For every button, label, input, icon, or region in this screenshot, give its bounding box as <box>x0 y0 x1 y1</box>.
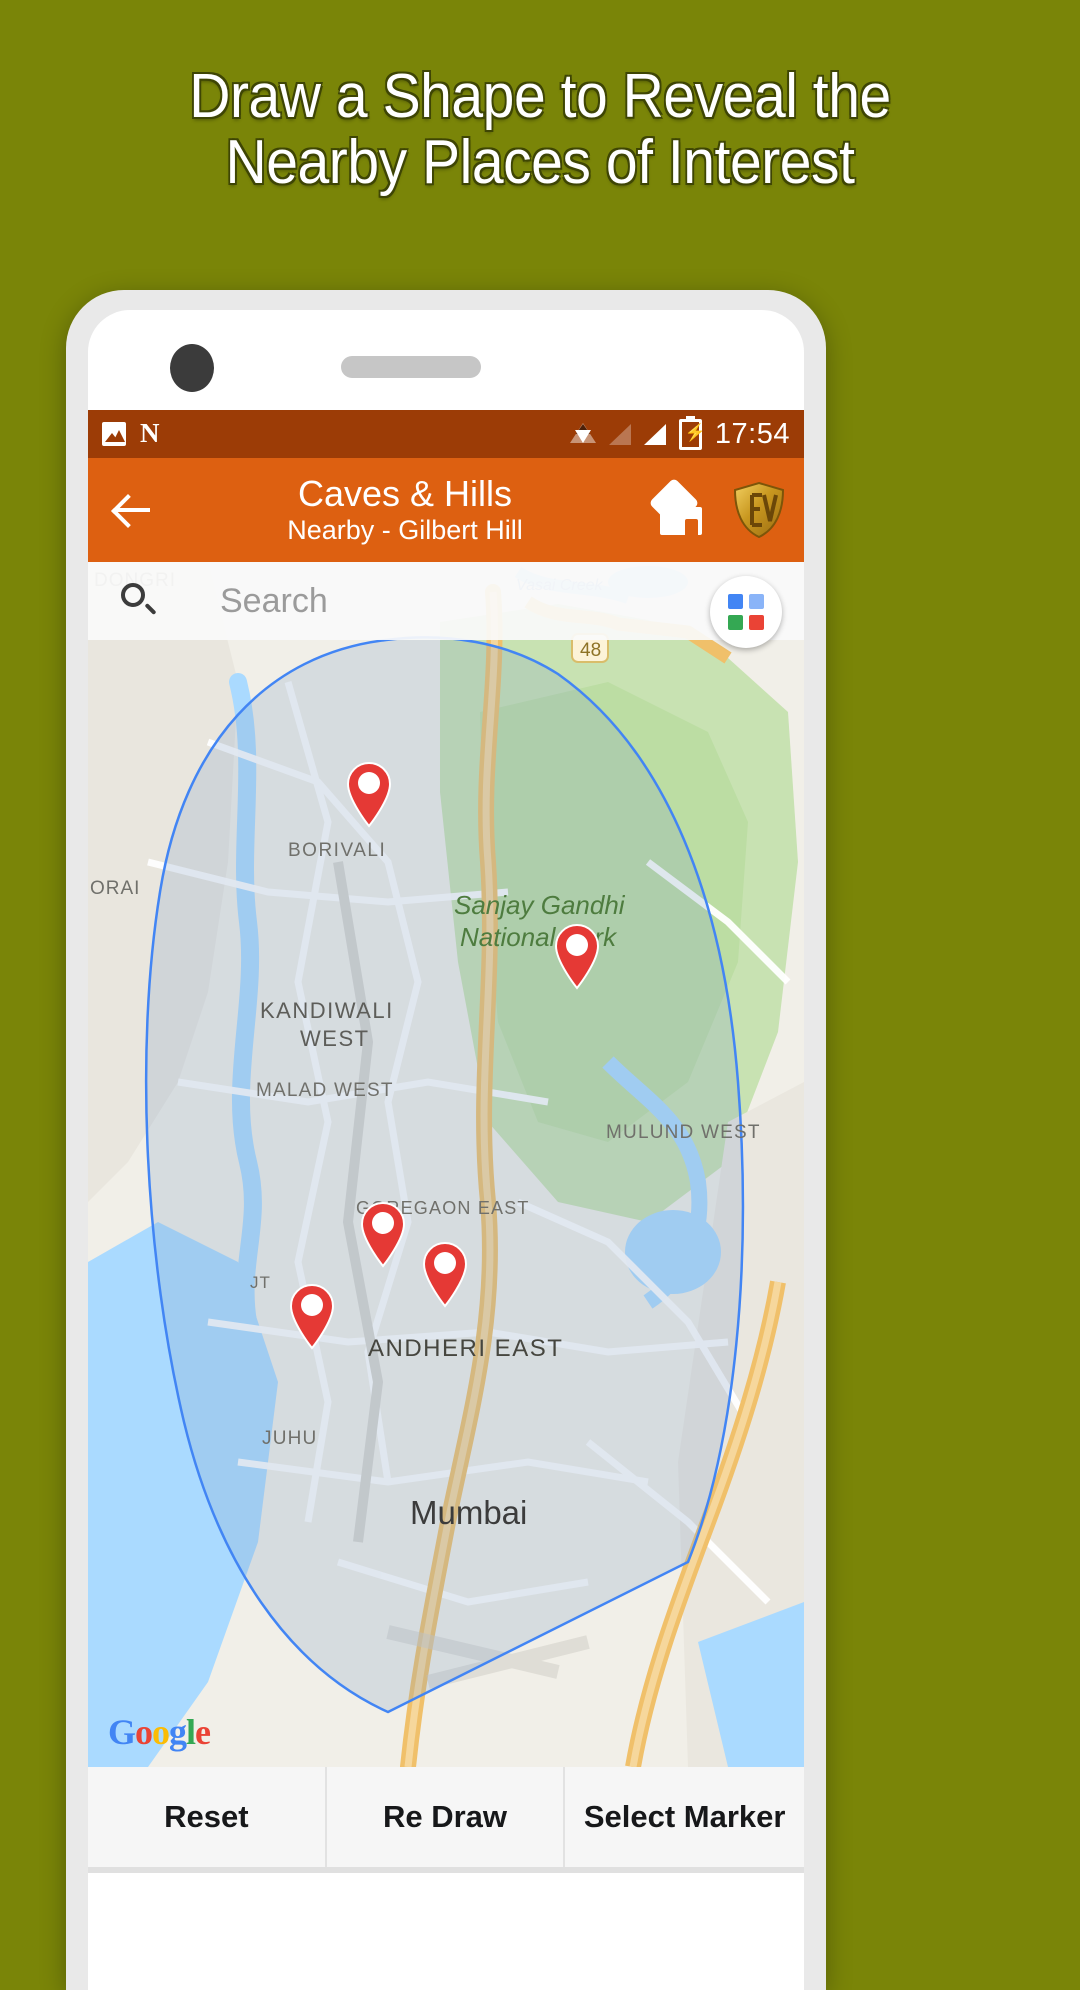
signal-icon <box>643 423 666 445</box>
svg-text:MULUND WEST: MULUND WEST <box>606 1122 761 1143</box>
back-arrow-icon[interactable] <box>106 482 162 538</box>
page-subtitle: Nearby - Gilbert Hill <box>287 515 523 545</box>
phone-screen: N ⚡ 17:54 Caves & Hills Nearby - Gilbert… <box>88 310 804 1990</box>
google-watermark: Google <box>108 1712 211 1752</box>
battery-charging-icon: ⚡ <box>678 415 706 450</box>
android-n-icon: N <box>140 418 160 448</box>
ev-shield-logo[interactable] <box>732 481 786 539</box>
promo-headline: Draw a Shape to Reveal the Nearby Places… <box>43 62 1037 198</box>
svg-text:48: 48 <box>580 640 601 661</box>
reset-button[interactable]: Reset <box>88 1767 327 1867</box>
promo-headline-line1: Draw a Shape to Reveal the <box>189 62 891 131</box>
wifi-icon <box>569 423 596 445</box>
map-canvas[interactable]: DONGRI Vasai Creek ORAI BORIVALI Sanjay … <box>88 562 804 1767</box>
home-icon[interactable] <box>648 477 710 535</box>
photo-icon <box>102 422 126 446</box>
promo-headline-line2: Nearby Places of Interest <box>225 128 855 198</box>
status-bar-left-icons: N <box>102 418 164 448</box>
android-status-bar: N ⚡ 17:54 <box>88 410 804 458</box>
select-marker-button[interactable]: Select Marker <box>565 1767 804 1867</box>
app-bar: Caves & Hills Nearby - Gilbert Hill <box>88 458 804 562</box>
signal-off-icon <box>608 423 631 445</box>
map-search-bar[interactable]: Search <box>88 562 804 640</box>
earpiece-speaker <box>341 356 481 378</box>
search-icon <box>118 581 158 621</box>
svg-text:WEST: WEST <box>300 1026 370 1051</box>
battery-bolt-glyph: ⚡ <box>684 422 707 442</box>
map-layers-button[interactable] <box>710 576 782 648</box>
layers-grid-icon <box>728 594 764 630</box>
status-bar-right-icons: ⚡ 17:54 <box>569 415 790 451</box>
front-camera-icon <box>170 344 214 392</box>
svg-text:MALAD WEST: MALAD WEST <box>256 1080 394 1101</box>
map-action-buttons: Reset Re Draw Select Marker <box>88 1767 804 1867</box>
svg-text:KANDIWALI: KANDIWALI <box>260 998 394 1023</box>
redraw-button[interactable]: Re Draw <box>327 1767 566 1867</box>
search-input[interactable]: Search <box>220 582 328 621</box>
svg-text:Sanjay Gandhi: Sanjay Gandhi <box>454 890 626 920</box>
status-bar-clock: 17:54 <box>714 417 790 450</box>
svg-text:BORIVALI: BORIVALI <box>288 840 386 861</box>
bottom-blank-area <box>88 1873 804 1990</box>
svg-text:JT: JT <box>250 1273 271 1292</box>
svg-text:JUHU: JUHU <box>262 1428 317 1449</box>
svg-text:Mumbai: Mumbai <box>410 1494 527 1531</box>
page-title: Caves & Hills <box>297 473 513 514</box>
phone-mockup: N ⚡ 17:54 Caves & Hills Nearby - Gilbert… <box>66 290 826 1990</box>
svg-text:ORAI: ORAI <box>90 878 140 899</box>
svg-text:ANDHERI EAST: ANDHERI EAST <box>368 1335 563 1362</box>
app-bar-titles: Caves & Hills Nearby - Gilbert Hill <box>162 474 652 546</box>
map-graphics: DONGRI Vasai Creek ORAI BORIVALI Sanjay … <box>88 562 804 1767</box>
